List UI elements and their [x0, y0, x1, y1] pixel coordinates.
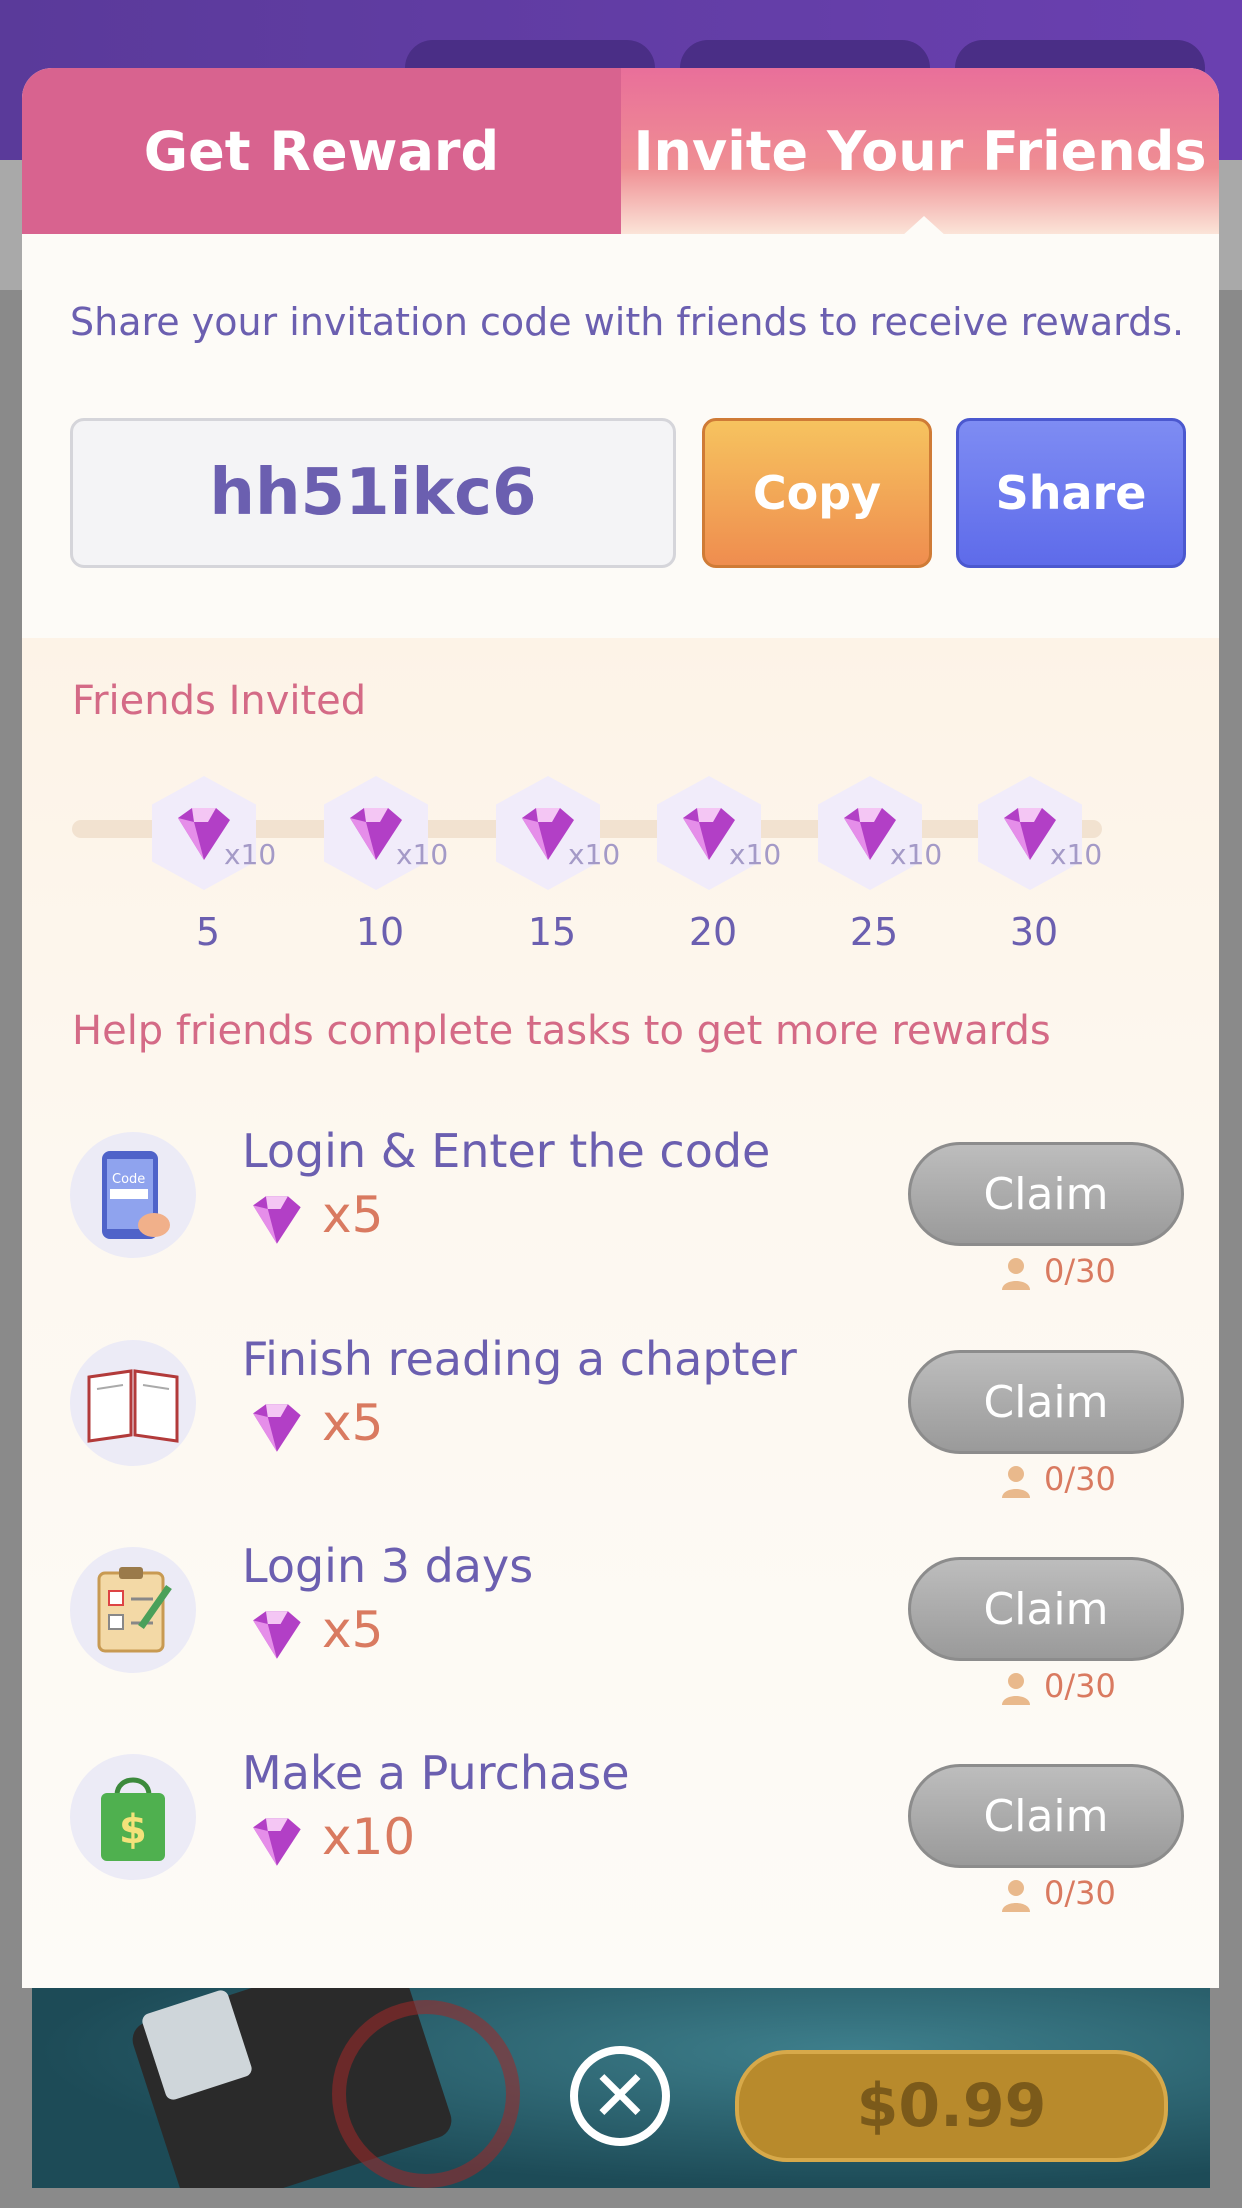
person-icon [1002, 1466, 1030, 1498]
copy-button[interactable]: Copy [702, 418, 932, 568]
svg-text:$: $ [119, 1807, 147, 1853]
milestone-multiplier: x10 [396, 838, 449, 871]
milestone-multiplier: x10 [224, 838, 277, 871]
active-tab-pointer [902, 216, 946, 236]
claim-button[interactable]: Claim [908, 1142, 1184, 1246]
milestone-count: 5 [195, 910, 221, 954]
tab-get-reward[interactable]: Get Reward [22, 68, 621, 234]
checklist-icon [70, 1547, 196, 1673]
gem-icon [253, 1404, 301, 1452]
gem-icon [253, 1196, 301, 1244]
phone-code-icon: Code [70, 1132, 196, 1258]
milestone-reward: x10 [300, 776, 460, 896]
milestone-multiplier: x10 [1050, 838, 1103, 871]
task-progress: 0/30 [1044, 1460, 1116, 1498]
task-reward: x5 [322, 1601, 384, 1659]
share-button[interactable]: Share [956, 418, 1186, 568]
gem-icon [253, 1611, 301, 1659]
tab-invite-friends[interactable]: Invite Your Friends [621, 68, 1219, 234]
open-book-icon [70, 1340, 196, 1466]
task-title: Make a Purchase [242, 1746, 630, 1800]
invite-description: Share your invitation code with friends … [70, 300, 1185, 344]
svg-text:Code: Code [112, 1172, 145, 1187]
task-title: Finish reading a chapter [242, 1332, 797, 1386]
milestone-count: 20 [688, 910, 738, 954]
task-progress: 0/30 [1044, 1252, 1116, 1290]
milestone-reward: x10 [128, 776, 288, 896]
friends-invited-title: Friends Invited [72, 678, 367, 724]
person-icon [1002, 1258, 1030, 1290]
task-title: Login & Enter the code [242, 1124, 771, 1178]
milestone-count: 15 [527, 910, 577, 954]
claim-button[interactable]: Claim [908, 1764, 1184, 1868]
invitation-code-field[interactable]: hh51ikc6 [70, 418, 676, 568]
task-row: $ Make a Purchase x10 Claim 0/30 [22, 1746, 1219, 1954]
task-row: Code Login & Enter the code x5 Claim 0/3… [22, 1124, 1219, 1332]
price-button[interactable]: $0.99 [735, 2050, 1168, 2162]
milestone-multiplier: x10 [729, 838, 782, 871]
task-reward: x5 [322, 1186, 384, 1244]
background-no-sign-image [332, 2000, 520, 2188]
claim-button[interactable]: Claim [908, 1350, 1184, 1454]
milestone-reward: x10 [794, 776, 954, 896]
task-reward: x10 [322, 1808, 416, 1866]
milestone-reward: x10 [954, 776, 1114, 896]
milestone-reward: x10 [472, 776, 632, 896]
milestone-multiplier: x10 [890, 838, 943, 871]
gem-icon [253, 1818, 301, 1866]
milestone-count: 10 [355, 910, 405, 954]
tasks-section-title: Help friends complete tasks to get more … [72, 1008, 1051, 1054]
milestone-count: 25 [849, 910, 899, 954]
milestone-multiplier: x10 [568, 838, 621, 871]
person-icon [1002, 1880, 1030, 1912]
person-icon [1002, 1673, 1030, 1705]
tab-bar: Get Reward Invite Your Friends [22, 68, 1219, 236]
milestone-reward: x10 [633, 776, 793, 896]
task-title: Login 3 days [242, 1539, 534, 1593]
close-icon[interactable]: ✕ [570, 2046, 670, 2146]
task-reward: x5 [322, 1394, 384, 1452]
shopping-bag-icon: $ [70, 1754, 196, 1880]
task-row: Login 3 days x5 Claim 0/30 [22, 1539, 1219, 1747]
claim-button[interactable]: Claim [908, 1557, 1184, 1661]
task-progress: 0/30 [1044, 1667, 1116, 1705]
task-row: Finish reading a chapter x5 Claim 0/30 [22, 1332, 1219, 1540]
milestone-count: 30 [1009, 910, 1059, 954]
task-progress: 0/30 [1044, 1874, 1116, 1912]
invite-modal: Get Reward Invite Your Friends Share you… [22, 68, 1219, 1988]
